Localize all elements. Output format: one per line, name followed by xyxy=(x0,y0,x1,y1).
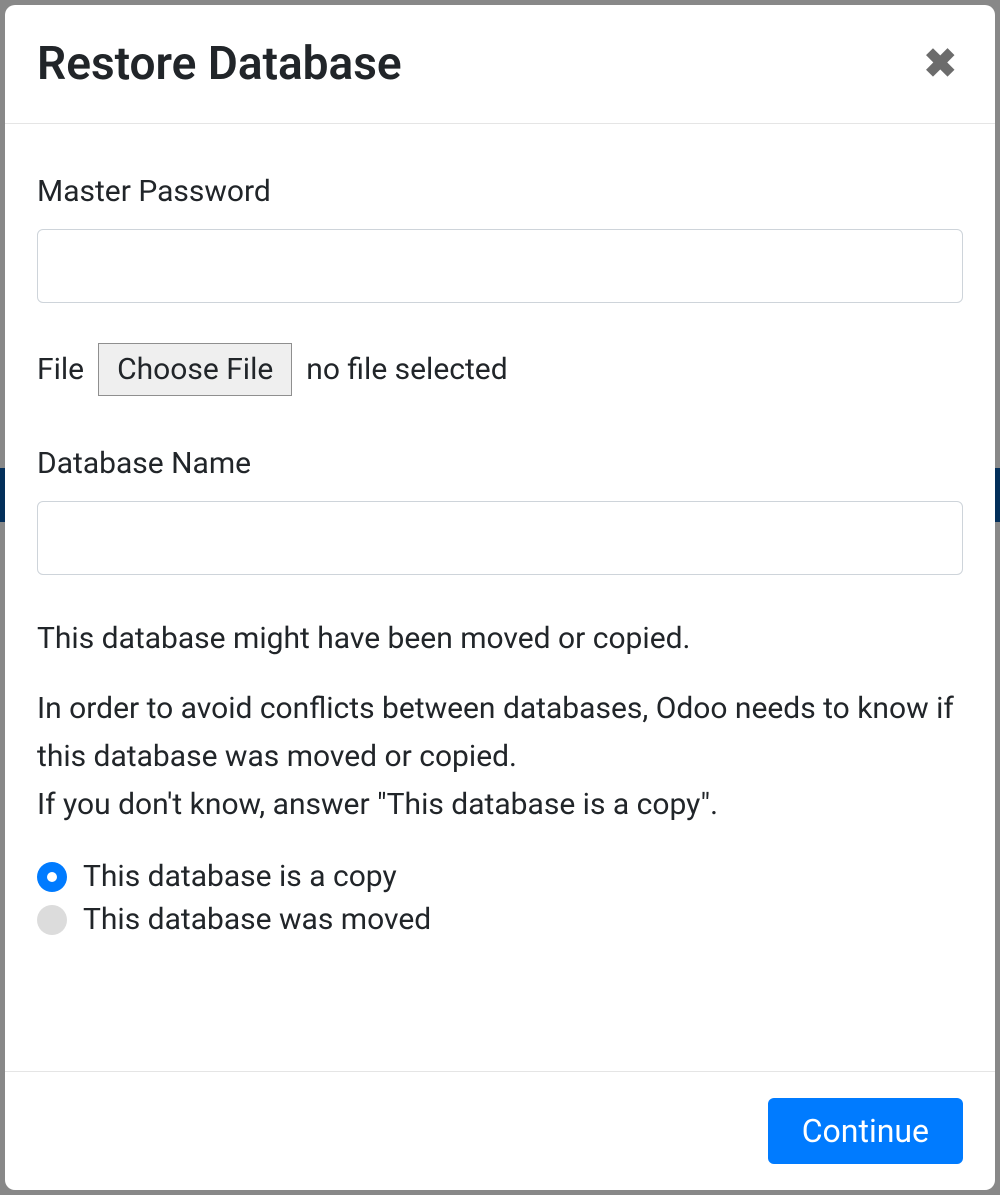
close-icon[interactable]: ✖ xyxy=(917,44,963,84)
description-line-2: In order to avoid conflicts between data… xyxy=(37,691,954,774)
radio-moved-input[interactable] xyxy=(37,905,67,935)
master-password-field[interactable] xyxy=(37,229,963,303)
modal-title: Restore Database xyxy=(37,37,402,91)
file-label: File xyxy=(37,352,84,387)
modal-footer: Continue xyxy=(5,1071,995,1190)
radio-option-copy[interactable]: This database is a copy xyxy=(37,859,963,894)
continue-button[interactable]: Continue xyxy=(768,1098,963,1164)
description-line-3: If you don't know, answer "This database… xyxy=(37,787,718,822)
file-group: File Choose File no file selected xyxy=(37,343,963,396)
description-line-1: This database might have been moved or c… xyxy=(37,615,963,663)
database-name-group: Database Name xyxy=(37,446,963,575)
description-paragraph-2: In order to avoid conflicts between data… xyxy=(37,685,963,829)
file-status-text: no file selected xyxy=(306,352,507,387)
copy-move-radio-group: This database is a copy This database wa… xyxy=(37,859,963,937)
description-text: This database might have been moved or c… xyxy=(37,615,963,829)
restore-database-modal: Restore Database ✖ Master Password File … xyxy=(5,5,995,1190)
choose-file-button[interactable]: Choose File xyxy=(98,343,292,396)
modal-header: Restore Database ✖ xyxy=(5,5,995,124)
database-name-field[interactable] xyxy=(37,501,963,575)
radio-moved-label: This database was moved xyxy=(83,902,431,937)
modal-body: Master Password File Choose File no file… xyxy=(5,124,995,1071)
radio-option-moved[interactable]: This database was moved xyxy=(37,902,963,937)
database-name-label: Database Name xyxy=(37,446,963,481)
radio-copy-label: This database is a copy xyxy=(83,859,397,894)
master-password-group: Master Password xyxy=(37,174,963,303)
radio-copy-input[interactable] xyxy=(37,862,67,892)
master-password-label: Master Password xyxy=(37,174,963,209)
